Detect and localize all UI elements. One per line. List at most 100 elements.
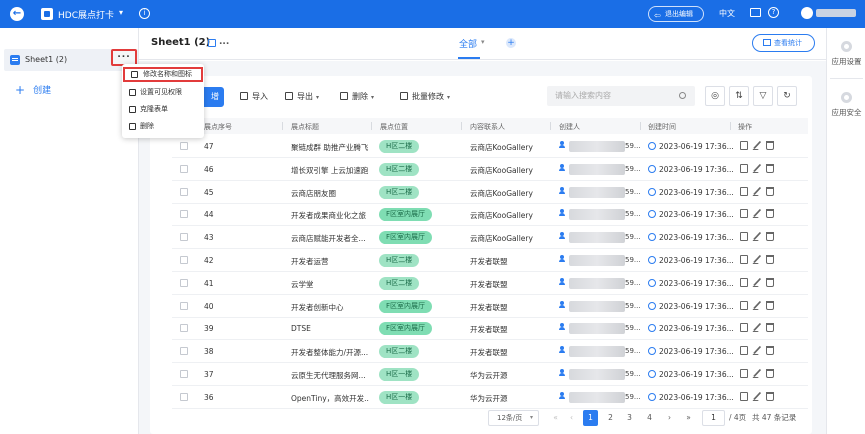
table-row[interactable]: 38 开发者整体能力/开源... H区二楼 开发者联盟 59... 2023-06-19 … (172, 340, 808, 364)
trash-icon[interactable] (766, 209, 774, 219)
row-checkbox[interactable] (180, 347, 188, 356)
trash-icon[interactable] (766, 277, 774, 287)
edit-pencil-icon[interactable] (752, 209, 762, 219)
edit-pencil-icon[interactable] (752, 346, 762, 356)
trash-icon[interactable] (766, 141, 774, 150)
table-row[interactable]: 36 OpenTiny，高效开发... H区一楼 华为云开源 59... 2023-06-… (172, 386, 808, 409)
edit-pencil-icon[interactable] (752, 277, 762, 287)
first-page-icon[interactable]: « (548, 410, 563, 426)
row-checkbox[interactable] (180, 278, 188, 287)
row-checkbox[interactable] (180, 324, 188, 333)
row-checkbox[interactable] (180, 210, 188, 219)
row-checkbox[interactable] (180, 392, 188, 401)
col-header-creator[interactable]: 创建人 (559, 122, 580, 132)
view-detail-icon[interactable] (740, 186, 748, 196)
app-settings-button[interactable]: 应用设置 (827, 41, 865, 67)
filter-icon[interactable]: ▽ (753, 86, 773, 106)
trash-icon[interactable] (766, 186, 774, 196)
row-checkbox[interactable] (180, 187, 188, 196)
row-checkbox[interactable] (180, 370, 188, 378)
row-checkbox[interactable] (180, 164, 188, 173)
next-page-icon[interactable]: › (662, 410, 677, 426)
trash-icon[interactable] (766, 323, 774, 333)
add-view-icon[interactable]: + (506, 38, 516, 48)
trash-icon[interactable] (766, 391, 774, 401)
app-security-button[interactable]: 应用安全 (827, 92, 865, 118)
view-detail-icon[interactable] (740, 141, 748, 150)
prev-page-icon[interactable]: ‹ (564, 410, 579, 426)
trash-icon[interactable] (766, 300, 774, 310)
last-page-icon[interactable]: » (681, 410, 696, 426)
page-2[interactable]: 2 (603, 410, 618, 426)
hide-fields-icon[interactable]: ◎ (705, 86, 725, 106)
trash-icon[interactable] (766, 369, 774, 378)
trash-icon[interactable] (766, 163, 774, 173)
help-icon[interactable]: ? (768, 7, 779, 18)
table-row[interactable]: 39 DTSE F区室内展厅 开发者联盟 59... 2023-06-19 17:36..… (172, 317, 808, 341)
edit-pencil-icon[interactable] (752, 255, 762, 264)
view-detail-icon[interactable] (740, 369, 748, 378)
view-detail-icon[interactable] (740, 323, 748, 333)
row-checkbox[interactable] (180, 301, 188, 310)
search-input[interactable]: 请输入搜索内容 (547, 86, 695, 106)
app-title[interactable]: HDC展点打卡 (58, 8, 114, 21)
menu-item-clone[interactable]: 克隆表单 (126, 102, 202, 117)
trash-icon[interactable] (766, 346, 774, 356)
view-detail-icon[interactable] (740, 209, 748, 219)
export-button[interactable]: 导出 ▾ (285, 87, 319, 107)
edit-pencil-icon[interactable] (752, 232, 762, 242)
batch-edit-button[interactable]: 批量修改 ▾ (400, 87, 450, 107)
page-size-select[interactable]: 12条/页 ▾ (488, 410, 539, 426)
row-checkbox[interactable] (180, 233, 188, 242)
col-header-location[interactable]: 展点位置 (380, 122, 408, 132)
edit-pencil-icon[interactable] (752, 163, 762, 173)
table-row[interactable]: 40 开发者创新中心 F区室内展厅 开发者联盟 59... 2023-06-19 17:3… (172, 295, 808, 318)
view-detail-icon[interactable] (740, 232, 748, 242)
table-row[interactable]: 45 云商店朋友圈 H区二楼 云商店KooGallery 59... 2023-06-19… (172, 181, 808, 204)
table-row[interactable]: 47 聚链成群 助推产业腾飞 H区二楼 云商店KooGallery 59... 2023-… (172, 135, 808, 158)
edit-pencil-icon[interactable] (752, 323, 762, 333)
menu-item-visibility[interactable]: 设置可见权限 (126, 85, 202, 100)
page-3[interactable]: 3 (622, 410, 637, 426)
col-header-created-time[interactable]: 创建时间 (648, 122, 676, 132)
edit-icon[interactable] (208, 39, 216, 47)
view-stats-button[interactable]: 查看统计 (752, 34, 815, 52)
edit-pencil-icon[interactable] (752, 300, 762, 310)
edit-pencil-icon[interactable] (752, 141, 762, 150)
menu-item-rename-icon[interactable]: 修改名称和图标 (123, 67, 203, 82)
trash-icon[interactable] (766, 255, 774, 264)
language-switch[interactable]: 中文 (719, 8, 735, 19)
table-row[interactable]: 42 开发者运营 H区二楼 开发者联盟 59... 2023-06-19 17:36... (172, 249, 808, 272)
col-header-title[interactable]: 展点标题 (291, 122, 319, 132)
chevron-down-icon[interactable]: ▾ (481, 38, 485, 46)
refresh-icon[interactable]: ↻ (777, 86, 797, 106)
page-4[interactable]: 4 (642, 410, 657, 426)
avatar[interactable] (801, 7, 813, 19)
view-detail-icon[interactable] (740, 255, 748, 264)
title-more-button[interactable]: ... (219, 37, 229, 47)
exit-edit-button[interactable]: ⇦ 退出编辑 (648, 6, 704, 22)
table-row[interactable]: 41 云学堂 H区二楼 开发者联盟 59... 2023-06-19 17:36... (172, 272, 808, 295)
view-detail-icon[interactable] (740, 346, 748, 356)
row-checkbox[interactable] (180, 142, 188, 150)
page-jump-input[interactable]: 1 (702, 410, 725, 426)
trash-icon[interactable] (766, 232, 774, 242)
table-row[interactable]: 37 云原生无代理服务网... H区一楼 华为云开源 59... 2023-06-19 1… (172, 363, 808, 386)
edit-pencil-icon[interactable] (752, 369, 762, 378)
view-detail-icon[interactable] (740, 277, 748, 287)
menu-item-delete[interactable]: 删除 (126, 119, 202, 134)
table-row[interactable]: 44 开发者成果商业化之旅 F区室内展厅 云商店KooGallery 59... 2023… (172, 203, 808, 227)
import-button[interactable]: 导入 (240, 87, 268, 107)
username-redacted[interactable] (816, 9, 856, 17)
search-icon[interactable] (679, 92, 686, 99)
tab-all[interactable]: 全部 (459, 37, 477, 50)
app-switch-chevron-down-icon[interactable]: ▾ (119, 8, 123, 17)
col-header-contact[interactable]: 内容联系人 (470, 122, 505, 132)
row-checkbox[interactable] (180, 256, 188, 264)
table-row[interactable]: 46 增长双引擎 上云加速跑 H区二楼 云商店KooGallery 59... 2023-… (172, 158, 808, 181)
col-header-id[interactable]: 展点序号 (204, 122, 232, 132)
edit-pencil-icon[interactable] (752, 186, 762, 196)
view-detail-icon[interactable] (740, 300, 748, 310)
mail-icon[interactable] (750, 8, 761, 17)
info-icon[interactable]: i (139, 8, 150, 19)
